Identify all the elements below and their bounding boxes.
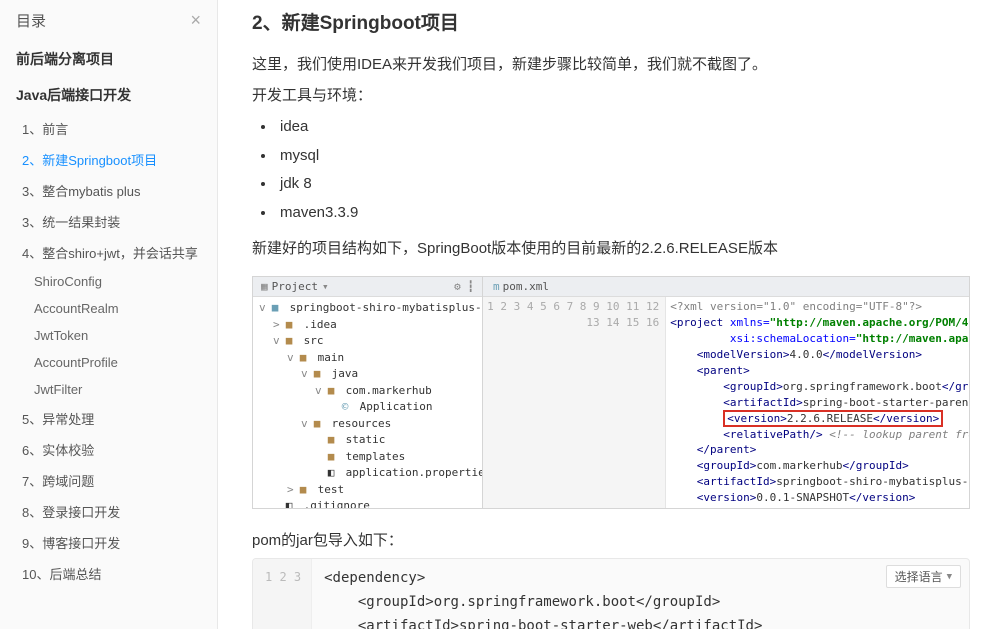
toc-item[interactable]: 8、登录接口开发	[0, 496, 217, 527]
ide-panel-head: ▦ Project ▾ ⚙ ┇	[253, 277, 482, 297]
article-main: 2、新建Springboot项目 这里，我们使用IDEA来开发我们项目，新建步骤…	[218, 0, 1000, 629]
ide-screenshot: ▦ Project ▾ ⚙ ┇ v■ springboot-shiro-myba…	[252, 276, 970, 509]
tree-row[interactable]: v■ resources	[255, 416, 480, 433]
chevron-down-icon[interactable]: ▾	[322, 280, 329, 293]
toc-item[interactable]: AccountProfile	[0, 349, 217, 376]
toc-item[interactable]: JwtFilter	[0, 376, 217, 403]
tree-row[interactable]: © Application	[255, 399, 480, 416]
close-icon[interactable]: ×	[190, 10, 201, 31]
article-paragraph: 新建好的项目结构如下，SpringBoot版本使用的目前最新的2.2.6.REL…	[252, 235, 970, 262]
tree-row[interactable]: ◧ application.properties	[255, 465, 480, 482]
toc-item[interactable]: AccountRealm	[0, 295, 217, 322]
ide-gutter: 1 2 3 4 5 6 7 8 9 10 11 12 13 14 15 16	[483, 297, 666, 508]
gear-icon[interactable]: ⚙ ┇	[454, 280, 474, 293]
toc-item[interactable]: 10、后端总结	[0, 558, 217, 589]
sidebar-header: 目录 ×	[0, 6, 217, 41]
article-paragraph: pom的jar包导入如下：	[252, 527, 970, 554]
toc-item[interactable]: 前后端分离项目	[0, 41, 217, 77]
tree-row[interactable]: v■ java	[255, 366, 480, 383]
ide-source: <?xml version="1.0" encoding="UTF-8"?> <…	[666, 297, 969, 508]
snippet-source: <dependency> <groupId>org.springframewor…	[312, 559, 969, 629]
list-item: maven3.3.9	[276, 199, 970, 228]
toc-list: 前后端分离项目Java后端接口开发1、前言2、新建Springboot项目3、整…	[0, 41, 217, 589]
tree-row[interactable]: v■ springboot-shiro-mybatisplus-demo D:\…	[255, 300, 480, 317]
toc-item[interactable]: 6、实体校验	[0, 434, 217, 465]
ide-project-panel: ▦ Project ▾ ⚙ ┇ v■ springboot-shiro-myba…	[253, 277, 483, 508]
toc-item[interactable]: JwtToken	[0, 322, 217, 349]
list-item: idea	[276, 113, 970, 142]
article-heading: 2、新建Springboot项目	[252, 8, 970, 35]
tree-row[interactable]: v■ main	[255, 350, 480, 367]
project-dropdown-icon[interactable]: ▦	[261, 280, 268, 293]
toc-item[interactable]: ShiroConfig	[0, 268, 217, 295]
tree-row[interactable]: ■ templates	[255, 449, 480, 466]
toc-sidebar: 目录 × 前后端分离项目Java后端接口开发1、前言2、新建Springboot…	[0, 0, 218, 629]
code-snippet: 1 2 3 <dependency> <groupId>org.springfr…	[252, 558, 970, 629]
tree-row[interactable]: >■ test	[255, 482, 480, 499]
list-item: mysql	[276, 142, 970, 171]
ide-panel-title: Project	[272, 280, 318, 293]
maven-icon: m	[493, 280, 500, 293]
list-item: jdk 8	[276, 170, 970, 199]
toc-item[interactable]: Java后端接口开发	[0, 77, 217, 113]
tree-row[interactable]: ■ static	[255, 432, 480, 449]
language-select-label: 选择语言	[895, 568, 943, 585]
language-select[interactable]: 选择语言 ▼	[886, 565, 961, 588]
snippet-gutter: 1 2 3	[253, 559, 312, 629]
toc-item[interactable]: 1、前言	[0, 113, 217, 144]
toc-item[interactable]: 3、统一结果封装	[0, 206, 217, 237]
tree-row[interactable]: v■ com.markerhub	[255, 383, 480, 400]
tools-list: ideamysqljdk 8maven3.3.9	[276, 113, 970, 227]
sidebar-title: 目录	[16, 10, 46, 31]
toc-item[interactable]: 3、整合mybatis plus	[0, 175, 217, 206]
article-paragraph: 这里，我们使用IDEA来开发我们项目，新建步骤比较简单，我们就不截图了。	[252, 51, 970, 78]
tree-row[interactable]: v■ src	[255, 333, 480, 350]
toc-item[interactable]: 9、博客接口开发	[0, 527, 217, 558]
ide-editor-panel: mpom.xml 1 2 3 4 5 6 7 8 9 10 11 12 13 1…	[483, 277, 969, 508]
toc-item[interactable]: 7、跨域问题	[0, 465, 217, 496]
article-paragraph: 开发工具与环境：	[252, 82, 970, 109]
toc-item[interactable]: 5、异常处理	[0, 403, 217, 434]
toc-item[interactable]: 4、整合shiro+jwt，并会话共享	[0, 237, 217, 268]
project-tree[interactable]: v■ springboot-shiro-mybatisplus-demo D:\…	[253, 297, 482, 508]
tree-row[interactable]: ◧ .gitignore	[255, 498, 480, 508]
tree-row[interactable]: >■ .idea	[255, 317, 480, 334]
code-editor: 1 2 3 4 5 6 7 8 9 10 11 12 13 14 15 16 <…	[483, 297, 969, 508]
toc-item[interactable]: 2、新建Springboot项目	[0, 144, 217, 175]
editor-tab[interactable]: mpom.xml	[483, 277, 969, 297]
chevron-down-icon: ▼	[947, 572, 952, 582]
editor-tab-label: pom.xml	[503, 280, 549, 293]
